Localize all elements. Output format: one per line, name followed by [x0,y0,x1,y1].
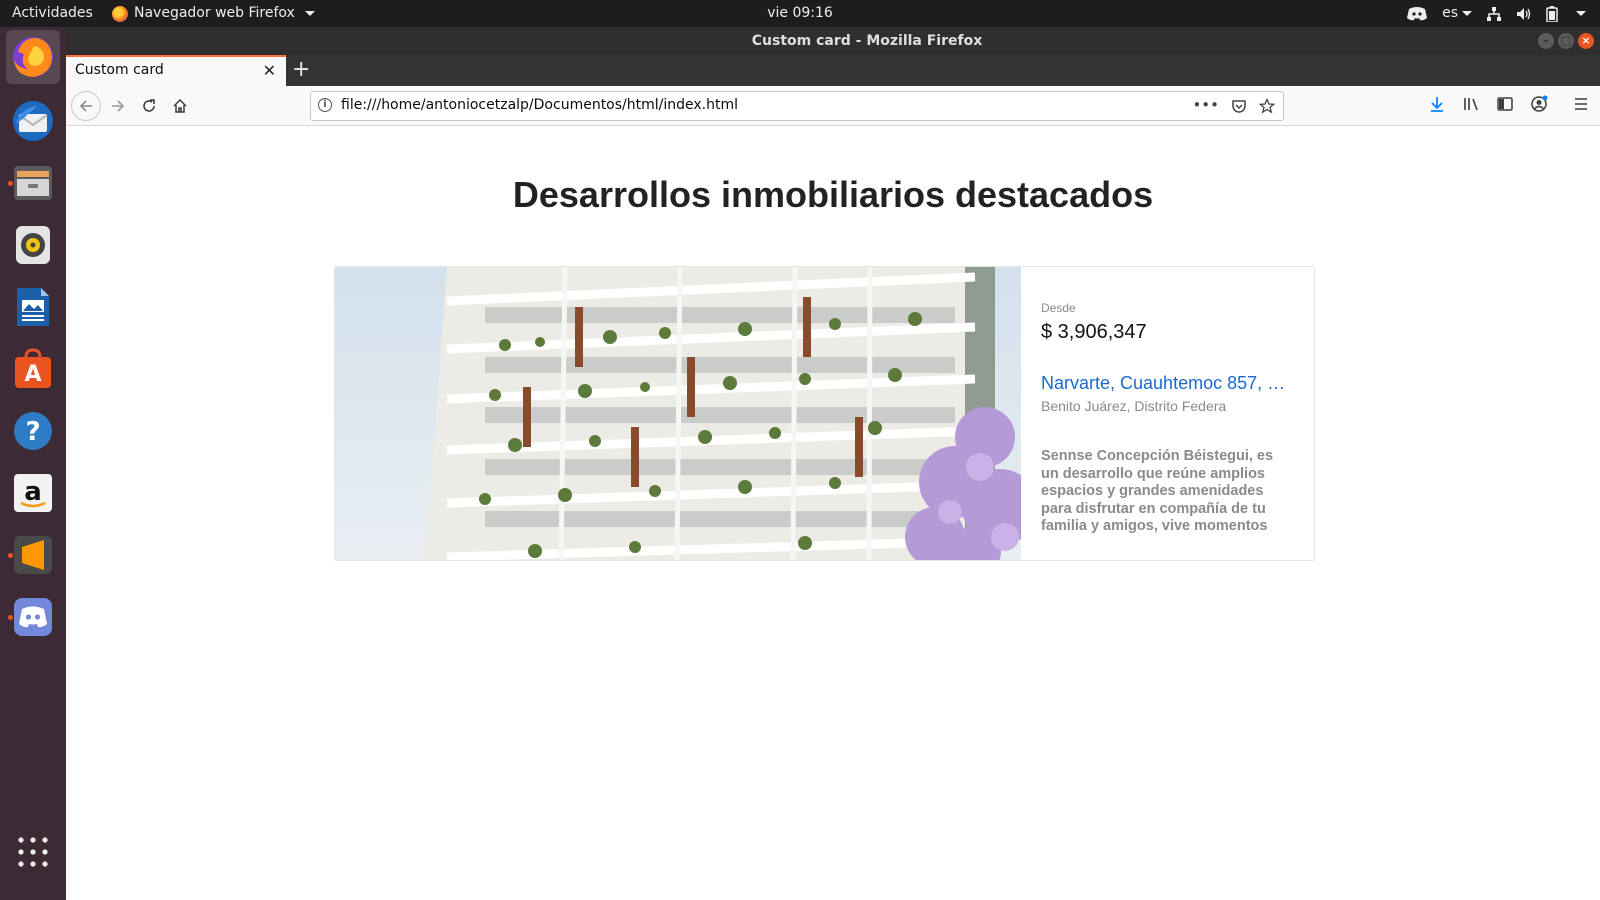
price-value: $ 3,906,347 [1041,321,1147,343]
window-controls: – □ × [1538,33,1594,49]
url-bar[interactable]: i file:///home/antoniocetzalp/Documentos… [310,91,1284,121]
dock-item-software[interactable]: A [6,342,60,396]
location-subtitle: Benito Juárez, Distrito Federa [1041,398,1227,414]
home-icon [173,98,187,113]
running-indicator [8,553,13,558]
tab-custom-card[interactable]: Custom card ✕ [66,55,286,86]
battery-icon[interactable] [1546,5,1558,22]
dock-item-amazon[interactable]: a [6,466,60,520]
url-actions: ••• [1192,96,1275,114]
home-button[interactable] [166,92,194,120]
dock-item-help[interactable]: ? [6,404,60,458]
chevron-down-icon [1462,10,1472,16]
bookmark-star-icon[interactable] [1259,98,1275,114]
keyboard-layout-indicator[interactable]: es [1442,0,1472,27]
system-tray: es [1406,0,1586,27]
svg-text:a: a [24,477,42,507]
window-title: Custom card - Mozilla Firefox [751,33,983,49]
clock[interactable]: vie 09:16 [0,0,1600,27]
url-text[interactable]: file:///home/antoniocetzalp/Documentos/h… [341,97,738,113]
discord-icon [14,598,52,636]
help-icon: ? [14,412,52,450]
card-info: Desde $ 3,906,347 Narvarte, Cuauhtemoc 8… [1021,267,1314,560]
software-center-icon: A [15,348,51,388]
sidebar-icon[interactable] [1496,95,1514,113]
price-label: Desde [1041,301,1076,315]
thunderbird-icon [13,101,53,141]
firefox-icon [13,37,53,77]
dock-item-discord[interactable] [6,590,60,644]
grid-icon [18,837,48,867]
forward-button[interactable] [104,92,132,120]
dock-item-files[interactable] [6,156,60,210]
tab-close-icon[interactable]: ✕ [263,61,276,80]
tab-label: Custom card [75,62,164,78]
network-icon[interactable] [1486,6,1502,22]
running-indicator [8,181,13,186]
location-link[interactable]: Narvarte, Cuauhtemoc 857, Benito Juárez [1041,373,1291,394]
arrow-right-icon [112,100,125,112]
back-button[interactable] [71,91,101,121]
discord-tray-icon[interactable] [1406,6,1428,22]
account-icon[interactable] [1530,95,1548,113]
writer-icon [17,288,49,326]
dock-item-rhythmbox[interactable] [6,218,60,272]
navigation-toolbar: i file:///home/antoniocetzalp/Documentos… [66,86,1600,126]
maximize-button[interactable]: □ [1558,33,1574,49]
gnome-top-bar: Actividades Navegador web Firefox vie 09… [0,0,1600,27]
amazon-icon: a [14,474,52,512]
show-applications-button[interactable] [16,835,50,873]
reload-icon [143,99,155,112]
sublime-icon [14,536,52,574]
page-content: Desarrollos inmobiliarios destacados Des… [66,127,1600,900]
dock-item-firefox[interactable] [6,30,60,84]
hamburger-menu-icon[interactable] [1572,95,1590,113]
reload-button[interactable] [135,92,163,120]
library-icon[interactable] [1462,95,1480,113]
close-window-button[interactable]: × [1578,33,1594,49]
arrow-left-icon [79,100,92,112]
dock-item-thunderbird[interactable] [6,94,60,148]
property-description: Sennse Concepción Béistegui, es un desar… [1041,448,1274,535]
window-titlebar[interactable]: Custom card - Mozilla Firefox – □ × [66,27,1600,55]
svg-text:?: ? [25,417,40,447]
toolbar-right [1428,95,1590,113]
svg-text:A: A [24,362,41,387]
dock-item-sublime[interactable] [6,528,60,582]
download-icon[interactable] [1428,95,1446,113]
property-card[interactable]: Desde $ 3,906,347 Narvarte, Cuauhtemoc 8… [334,266,1315,561]
volume-icon[interactable] [1516,6,1532,22]
new-tab-button[interactable]: + [292,56,310,84]
keyboard-layout-label: es [1442,5,1458,21]
page-actions-icon[interactable]: ••• [1192,96,1219,114]
tab-strip: Custom card ✕ + [66,55,1600,86]
building-illustration [335,267,1021,560]
info-icon[interactable]: i [318,98,332,112]
page-heading: Desarrollos inmobiliarios destacados [512,174,1154,215]
minimize-button[interactable]: – [1538,33,1554,49]
system-menu-chevron-icon[interactable] [1576,11,1586,16]
running-indicator [8,615,13,620]
dock-item-writer[interactable] [6,280,60,334]
rhythmbox-icon [16,226,50,264]
ubuntu-dock: A ? a [0,27,66,900]
files-icon [14,166,52,200]
building-photo [335,267,1021,560]
pocket-icon[interactable] [1231,98,1247,114]
